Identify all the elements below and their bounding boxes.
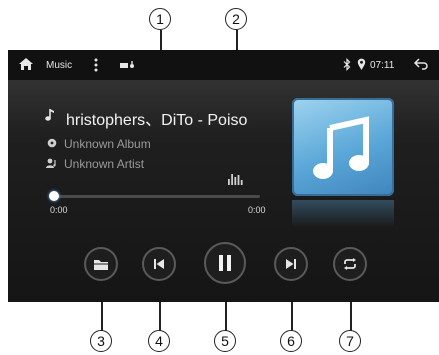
repeat-button[interactable] [333, 247, 367, 281]
signal-icon [120, 61, 136, 69]
next-icon [286, 259, 296, 269]
artist-icon [46, 157, 58, 171]
menu-dots-icon[interactable] [94, 58, 98, 72]
browse-folder-button[interactable] [84, 247, 118, 281]
progress-bar[interactable] [49, 191, 260, 201]
music-player-screen: Music 07:11 hristophers、DiTo - Poiso Unk… [8, 50, 439, 302]
artist-row: Unknown Artist [46, 157, 144, 171]
album-disc-icon [46, 137, 58, 151]
callout-7: 7 [339, 330, 361, 352]
album-art-note-icon [313, 116, 369, 179]
callout-6: 6 [280, 330, 302, 352]
previous-icon [154, 259, 164, 269]
back-icon[interactable] [414, 58, 428, 70]
bluetooth-icon [343, 58, 351, 71]
album-row: Unknown Album [46, 137, 151, 151]
clock: 07:11 [370, 60, 395, 71]
elapsed-time: 0:00 [50, 205, 68, 215]
previous-track-button[interactable] [142, 247, 176, 281]
folder-icon [94, 259, 108, 270]
progress-handle[interactable] [49, 191, 59, 201]
location-pin-icon [357, 58, 366, 71]
callout-3: 3 [90, 330, 112, 352]
callout-1: 1 [149, 8, 171, 30]
pause-button[interactable] [204, 242, 246, 284]
home-icon[interactable] [18, 57, 34, 71]
track-title: hristophers、DiTo - Poiso [66, 112, 248, 129]
callout-5: 5 [214, 330, 236, 352]
status-bar: Music 07:11 [8, 50, 439, 80]
album-art [292, 98, 394, 196]
total-time: 0:00 [248, 205, 266, 215]
callout-2: 2 [225, 8, 247, 30]
repeat-icon [344, 258, 356, 270]
equalizer-icon[interactable] [228, 172, 243, 190]
artist-name: Unknown Artist [64, 157, 145, 171]
next-track-button[interactable] [274, 247, 308, 281]
pause-icon [219, 255, 231, 271]
music-note-icon [45, 108, 55, 127]
callout-4: 4 [148, 330, 170, 352]
album-name: Unknown Album [64, 137, 151, 151]
app-title: Music [46, 60, 73, 71]
album-art-reflection [292, 200, 394, 228]
